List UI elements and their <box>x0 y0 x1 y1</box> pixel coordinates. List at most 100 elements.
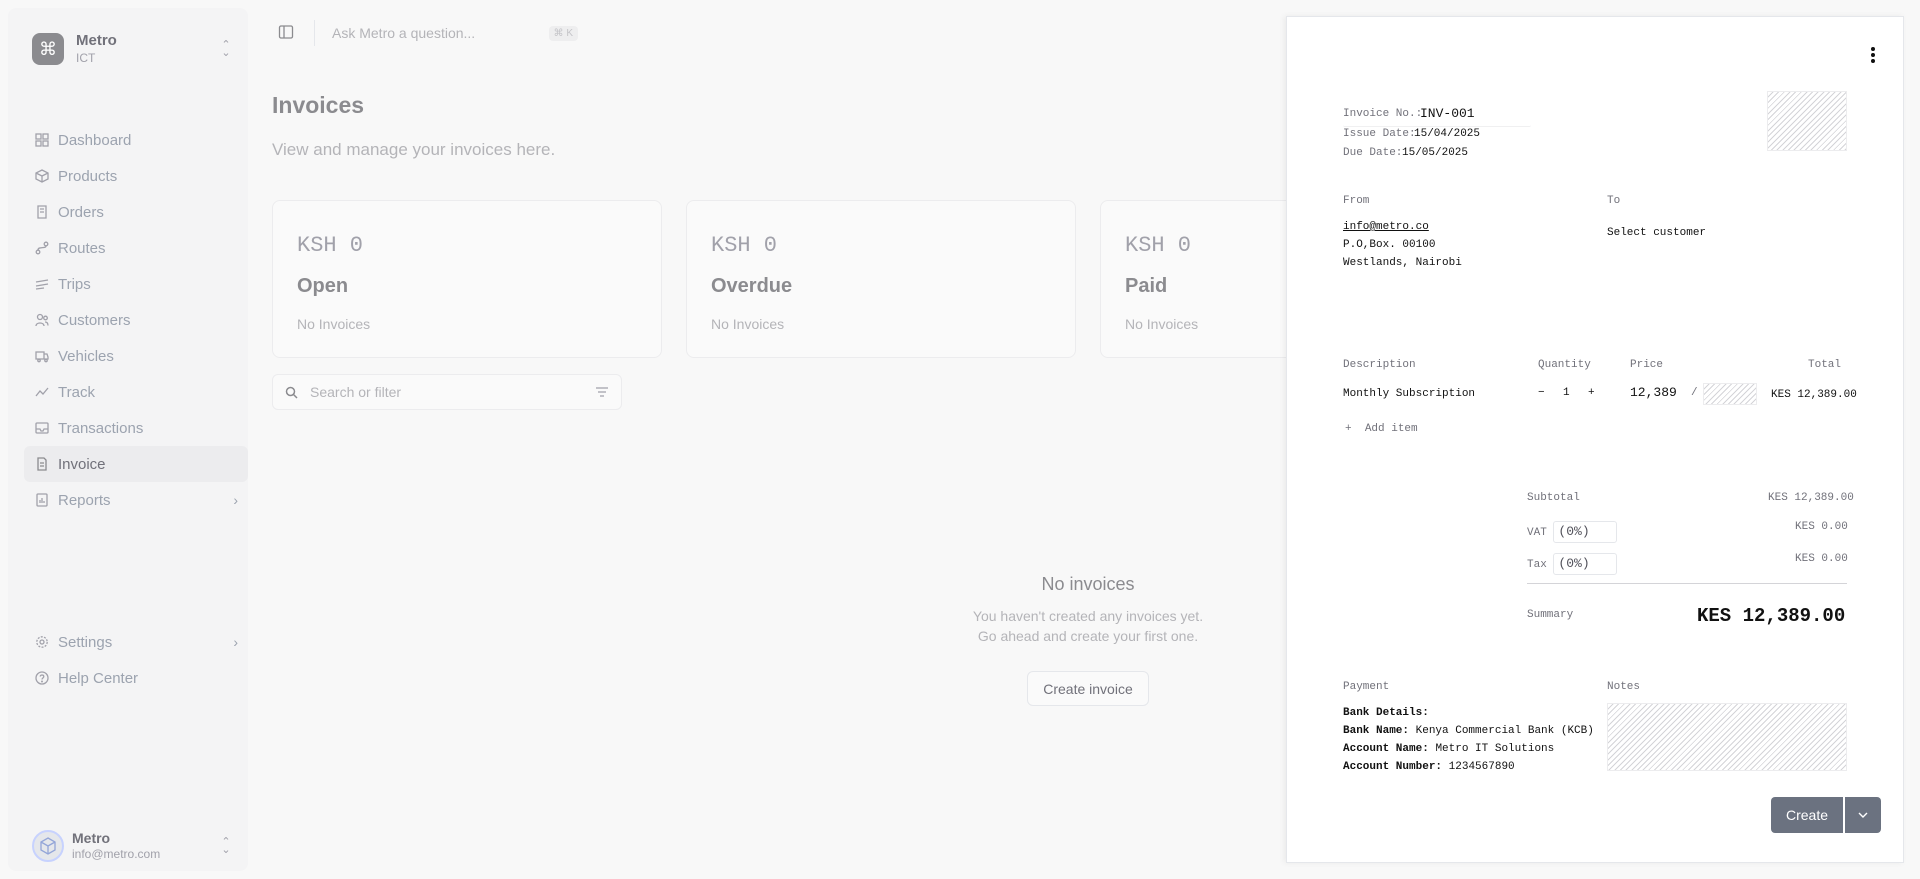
increment-button[interactable]: + <box>1588 387 1595 399</box>
divider <box>1527 583 1847 584</box>
sidebar-item-routes[interactable]: Routes <box>24 230 248 266</box>
sidebar-item-track[interactable]: Track <box>24 374 248 410</box>
sidebar-item-transactions[interactable]: Transactions <box>24 410 248 446</box>
vat-percent-input[interactable]: (0%) <box>1553 521 1618 543</box>
summary-label: Summary <box>1527 609 1574 621</box>
column-total: Total <box>1808 359 1842 371</box>
sidebar-toggle-button[interactable] <box>272 18 300 46</box>
card-title: Paid <box>1125 275 1168 297</box>
issue-date-label: Issue Date: <box>1343 128 1416 140</box>
card-amount: KSH 0 <box>297 233 364 258</box>
decrement-button[interactable]: − <box>1538 387 1545 399</box>
shortcut-badge: ⌘ K <box>548 25 578 41</box>
invoice-no-value[interactable]: INV-001 <box>1420 106 1475 121</box>
invoice-no-label: Invoice No.: <box>1343 108 1423 120</box>
column-description: Description <box>1343 359 1416 371</box>
search-input[interactable]: Search or filter <box>272 374 622 410</box>
sidebar-item-reports[interactable]: Reports › <box>24 482 248 518</box>
empty-state-title: No invoices <box>1041 574 1135 594</box>
bank-name-line: Bank Name: Kenya Commercial Bank (KCB) <box>1343 725 1594 737</box>
page-subtitle: View and manage your invoices here. <box>272 140 556 159</box>
more-vertical-icon[interactable] <box>1863 43 1883 67</box>
workspace-sub: ICT <box>76 50 96 65</box>
chevron-right-icon: › <box>233 634 238 650</box>
sidebar-item-label: Reports <box>58 491 111 509</box>
sidebar-item-vehicles[interactable]: Vehicles <box>24 338 248 374</box>
chevrons-up-down-icon: ⌃ ⌄ <box>221 836 231 856</box>
tax-percent-input[interactable]: (0%) <box>1553 553 1618 575</box>
search-icon <box>285 386 298 399</box>
sidebar-item-dashboard[interactable]: Dashboard <box>24 122 248 158</box>
create-button[interactable]: Create <box>1771 797 1843 833</box>
add-item-button[interactable]: + Add item <box>1345 423 1418 435</box>
tax-value: KES 0.00 <box>1795 553 1848 565</box>
create-options-button[interactable] <box>1845 797 1881 833</box>
line-item-total: KES 12,389.00 <box>1771 389 1857 401</box>
card-title: Open <box>297 275 349 297</box>
subtotal-label: Subtotal <box>1527 492 1580 504</box>
customer-select[interactable]: Select customer <box>1607 227 1706 239</box>
search-placeholder: Search or filter <box>310 384 402 400</box>
sidebar-item-label: Transactions <box>58 419 144 437</box>
to-label: To <box>1607 195 1621 207</box>
column-price: Price <box>1630 359 1664 371</box>
sidebar-item-help-center[interactable]: Help Center <box>24 660 248 696</box>
sidebar-item-label: Vehicles <box>58 347 114 365</box>
logo-upload-area[interactable] <box>1767 91 1847 151</box>
reports-icon <box>34 492 50 508</box>
page-title: Invoices <box>272 92 365 118</box>
bank-details-label: Bank Details: <box>1343 707 1429 719</box>
due-date-value[interactable]: 15/05/2025 <box>1402 147 1468 159</box>
issue-date-value[interactable]: 15/04/2025 <box>1414 128 1480 140</box>
vat-label: VAT (0%) <box>1527 521 1618 543</box>
empty-state-text: Go ahead and create your first one. <box>977 628 1199 644</box>
sidebar-item-label: Routes <box>58 239 106 257</box>
user-email: info@metro.com <box>72 847 161 862</box>
vehicles-icon <box>34 348 50 364</box>
unit-placeholder[interactable] <box>1703 383 1757 405</box>
card-subtitle: No Invoices <box>711 316 785 332</box>
sidebar-item-settings[interactable]: Settings › <box>24 624 248 660</box>
create-invoice-button[interactable]: Create invoice <box>1027 671 1149 706</box>
summary-card-overdue[interactable]: KSH 0 Overdue No Invoices <box>686 200 1076 358</box>
sidebar-item-products[interactable]: Products <box>24 158 248 194</box>
divider <box>314 20 315 46</box>
products-icon <box>34 168 50 184</box>
price-value[interactable]: 12,389 <box>1630 385 1677 400</box>
orders-icon <box>34 204 50 220</box>
line-item-description[interactable]: Monthly Subscription <box>1343 388 1475 400</box>
dashboard-icon <box>34 132 50 148</box>
sidebar-item-label: Orders <box>58 203 104 221</box>
sidebar-item-invoice[interactable]: Invoice <box>24 446 248 482</box>
chevron-right-icon: › <box>233 492 238 508</box>
sidebar-item-trips[interactable]: Trips <box>24 266 248 302</box>
from-email[interactable]: info@metro.co <box>1343 221 1429 233</box>
card-title: Overdue <box>711 275 793 297</box>
workspace-switcher[interactable]: ⌘ Metro ICT ⌃ ⌄ <box>24 24 240 74</box>
quantity-value[interactable]: 1 <box>1563 387 1570 399</box>
panel-left-icon <box>278 25 294 39</box>
transactions-icon <box>34 420 50 436</box>
trips-icon <box>34 276 50 292</box>
filter-icon[interactable] <box>595 386 609 398</box>
user-name: Metro <box>72 829 111 846</box>
due-date-label: Due Date: <box>1343 147 1403 159</box>
card-subtitle: No Invoices <box>297 316 371 332</box>
ask-metro-input[interactable]: Ask Metro a question... ⌘ K <box>322 16 588 50</box>
summary-card-open[interactable]: KSH 0 Open No Invoices <box>272 200 662 358</box>
sidebar-item-label: Trips <box>58 275 91 293</box>
notes-input[interactable] <box>1607 703 1847 771</box>
user-menu[interactable]: Metro info@metro.com ⌃ ⌄ <box>24 826 240 866</box>
help-icon <box>34 670 50 686</box>
card-amount: KSH 0 <box>711 233 778 258</box>
sidebar-item-label: Settings <box>58 633 113 651</box>
account-number-line: Account Number: 1234567890 <box>1343 761 1515 773</box>
settings-icon <box>34 634 50 650</box>
sidebar-bottom-nav: Settings › Help Center <box>24 624 248 696</box>
card-amount: KSH 0 <box>1125 233 1192 258</box>
workspace-name: Metro <box>76 32 117 50</box>
track-icon <box>34 384 50 400</box>
ask-placeholder: Ask Metro a question... <box>332 25 476 41</box>
sidebar-item-customers[interactable]: Customers <box>24 302 248 338</box>
sidebar-item-orders[interactable]: Orders <box>24 194 248 230</box>
